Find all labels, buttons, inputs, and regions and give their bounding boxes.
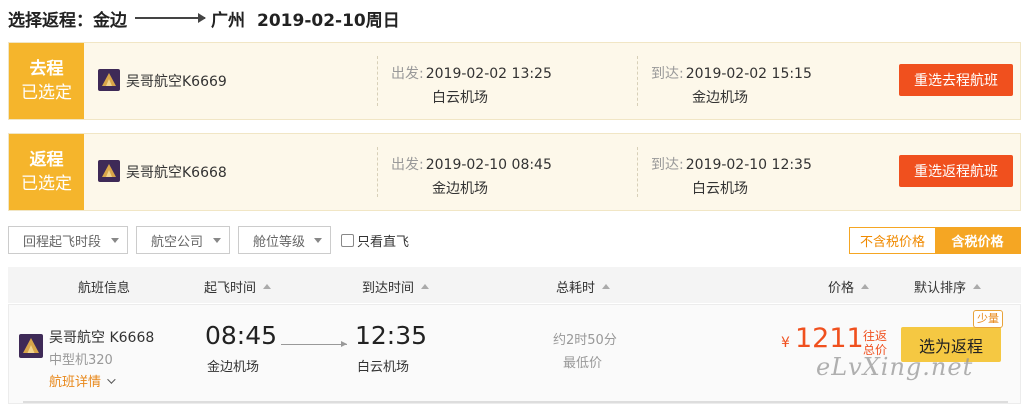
badge-title: 返程 (29, 150, 64, 170)
return-selected-card: 返程 已选定 吴哥航空K6668 出发: 2019-02-10 08:45 金边机… (8, 133, 1021, 211)
direct-only-label: 只看直飞 (357, 234, 410, 250)
cabin-class-dropdown[interactable]: 舱位等级 (238, 226, 331, 254)
header-label: 总耗时 (556, 281, 596, 296)
sort-up-icon (602, 284, 611, 289)
dropdown-label: 航空公司 (151, 234, 204, 250)
dropdown-label: 舱位等级 (253, 234, 306, 250)
row-price: 1211 (795, 323, 864, 354)
travel-date: 2019-02-10周日 (257, 10, 400, 31)
aircraft-model: 中型机320 (49, 353, 113, 368)
destination-city: 广州 (211, 10, 245, 31)
results-table-header: 航班信息 起飞时间 到达时间 总耗时 价格 默认排序 (8, 267, 1021, 303)
arrival-airport: 白云机场 (692, 181, 748, 197)
watermark: eLvXing.net (816, 353, 974, 381)
departure-info: 出发: 2019-02-10 08:45 (391, 154, 552, 174)
currency-symbol: ¥ (781, 335, 790, 351)
header-departure-time[interactable]: 起飞时间 (204, 277, 272, 296)
row-arrival-airport: 白云机场 (357, 360, 410, 375)
outbound-badge: 去程 已选定 (9, 43, 84, 119)
badge-status: 已选定 (21, 174, 72, 194)
tax-price-toggle: 不含税价格 含税价格 (849, 227, 1021, 254)
row-arrival-time: 12:35 (355, 321, 428, 350)
arrival-info: 到达: 2019-02-10 12:35 (651, 154, 812, 174)
divider (637, 147, 638, 197)
dropdown-label: 回程起飞时段 (23, 234, 102, 250)
lowest-price-tag: 最低价 (563, 356, 603, 371)
departure-time: 2019-02-02 13:25 (425, 66, 552, 82)
sort-up-icon (263, 284, 272, 289)
caret-down-icon (314, 237, 322, 243)
reselect-return-button[interactable]: 重选返程航班 (899, 155, 1013, 187)
airline-logo-icon (98, 69, 120, 91)
details-label: 航班详情 (49, 375, 102, 390)
divider (377, 56, 378, 106)
direct-only-checkbox[interactable] (341, 233, 354, 247)
header-price[interactable]: 价格 (828, 277, 870, 296)
row-departure-time: 08:45 (205, 321, 278, 350)
departure-time: 2019-02-10 08:45 (425, 157, 552, 173)
row-duration: 约2时50分 (553, 333, 617, 348)
arrival-airport: 金边机场 (692, 90, 748, 106)
route-arrow-icon (135, 13, 206, 23)
chevron-down-icon (107, 374, 116, 384)
badge-status: 已选定 (21, 83, 72, 103)
airline-name: 吴哥航空K6669 (126, 74, 227, 90)
badge-title: 去程 (29, 59, 64, 79)
header-label: 价格 (828, 281, 855, 296)
header-default-sort[interactable]: 默认排序 (914, 277, 982, 296)
excl-tax-option[interactable]: 不含税价格 (850, 228, 935, 253)
departure-airport: 金边机场 (432, 181, 488, 197)
header-duration[interactable]: 总耗时 (556, 277, 611, 296)
low-stock-badge: 少量 (973, 310, 1003, 328)
incl-tax-option[interactable]: 含税价格 (935, 228, 1020, 253)
arrival-info: 到达: 2019-02-02 15:15 (651, 63, 812, 83)
airline-logo-icon (19, 334, 43, 358)
airline-dropdown[interactable]: 航空公司 (136, 226, 230, 254)
departure-airport: 白云机场 (432, 90, 488, 106)
airline-logo-icon (98, 160, 120, 182)
return-badge: 返程 已选定 (9, 134, 84, 210)
arrival-label: 到达: (651, 66, 684, 82)
header-flight-info: 航班信息 (78, 281, 131, 296)
outbound-selected-card: 去程 已选定 吴哥航空K6669 出发: 2019-02-02 13:25 白云机… (8, 42, 1021, 120)
divider (637, 56, 638, 106)
flight-details-toggle[interactable]: 航班详情 (49, 371, 116, 390)
row-departure-airport: 金边机场 (207, 360, 260, 375)
header-label: 到达时间 (362, 281, 415, 296)
flight-airline: 吴哥航空 K6668 (49, 330, 155, 346)
filter-bar: 回程起飞时段 航空公司 舱位等级 只看直飞 (8, 226, 409, 254)
page-title: 选择返程： 金边 广州 2019-02-10周日 (8, 6, 400, 31)
arrival-time: 2019-02-02 15:15 (685, 66, 812, 82)
arrival-label: 到达: (651, 157, 684, 173)
header-arrival-time[interactable]: 到达时间 (362, 277, 430, 296)
time-period-dropdown[interactable]: 回程起飞时段 (8, 226, 128, 254)
arrival-time: 2019-02-10 12:35 (685, 157, 812, 173)
caret-down-icon (111, 237, 119, 243)
sort-up-icon (973, 284, 982, 289)
direct-only-filter[interactable]: 只看直飞 (341, 231, 409, 250)
departure-label: 出发: (391, 157, 424, 173)
sort-up-icon (421, 284, 430, 289)
divider (377, 147, 378, 197)
header-label: 起飞时间 (204, 281, 257, 296)
departure-info: 出发: 2019-02-02 13:25 (391, 63, 552, 83)
title-prefix: 选择返程： (8, 10, 93, 31)
origin-city: 金边 (93, 10, 127, 31)
departure-label: 出发: (391, 66, 424, 82)
caret-down-icon (213, 237, 221, 243)
flight-arrow-icon (281, 341, 347, 347)
row-divider (23, 401, 1008, 403)
airline-name: 吴哥航空K6668 (126, 165, 227, 181)
sort-up-icon (861, 284, 870, 289)
reselect-outbound-button[interactable]: 重选去程航班 (899, 64, 1013, 96)
header-label: 默认排序 (914, 281, 967, 296)
